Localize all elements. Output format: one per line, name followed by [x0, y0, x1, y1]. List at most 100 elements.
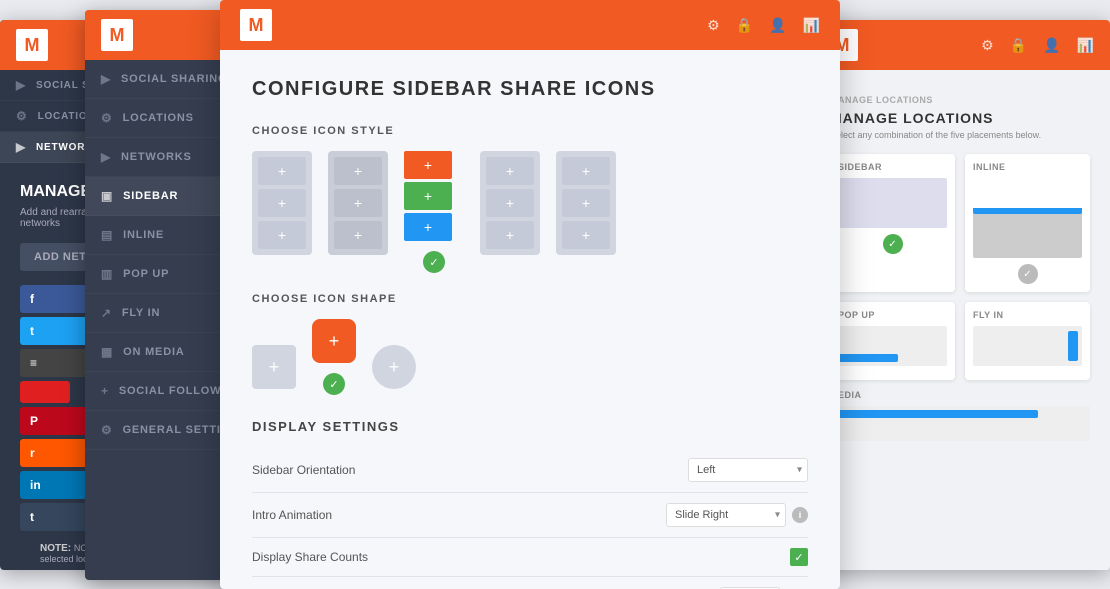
- media-preview: [830, 406, 1090, 441]
- intro-animation-row: Intro Animation Slide Right Slide Left F…: [252, 493, 808, 538]
- twitter-icon: t: [30, 324, 34, 338]
- intro-animation-label: Intro Animation: [252, 508, 332, 522]
- display-share-counts-checkbox[interactable]: ✓: [790, 548, 808, 566]
- icon-style-minimal-box: + + +: [556, 151, 616, 255]
- inline-not-selected-icon: ✓: [1018, 264, 1038, 284]
- nav-arrow-icon: ▶: [16, 78, 26, 92]
- media-bar: [830, 410, 1038, 418]
- main-configure-panel: M ⚙ 🔒 👤 📊 CONFIGURE SIDEBAR SHARE ICONS …: [220, 0, 840, 589]
- icon-style-outlined-box: + + +: [480, 151, 540, 255]
- inline-preview: [973, 208, 1082, 258]
- shape-rounded-box: +: [312, 319, 356, 363]
- colored-cell-1: +: [404, 151, 452, 179]
- mid-social-share-icon: ▶: [101, 72, 111, 86]
- flyin-label: FLY IN: [973, 310, 1082, 320]
- display-share-counts-row: Display Share Counts ✓: [252, 538, 808, 577]
- mid-logo: M: [101, 19, 133, 51]
- icon-style-outlined[interactable]: + + +: [480, 151, 540, 273]
- colored-selected-check: ✓: [423, 251, 445, 273]
- chart-icon[interactable]: 📊: [1077, 37, 1094, 54]
- popup-label: POP UP: [838, 310, 947, 320]
- plain-cell-2: +: [258, 189, 306, 217]
- back-right-panel: M ⚙ 🔒 👤 📊 MANAGE LOCATIONS MANAGE LOCATI…: [810, 20, 1110, 570]
- sidebar-orientation-row: Sidebar Orientation Left Right: [252, 448, 808, 493]
- back-right-content: MANAGE LOCATIONS MANAGE LOCATIONS Select…: [810, 70, 1110, 461]
- stack-icon: ≡: [30, 356, 37, 370]
- icon-style-section-title: CHOOSE ICON STYLE: [252, 125, 808, 137]
- outlined-cell-3: +: [486, 221, 534, 249]
- mid-flyin-icon: ↗: [101, 306, 112, 320]
- icon-style-colored[interactable]: + + + ✓: [404, 151, 464, 273]
- icon-style-plain[interactable]: + + +: [252, 151, 312, 273]
- popup-preview: [838, 326, 947, 366]
- mid-inline-icon: ▤: [101, 228, 113, 242]
- inline-label: INLINE: [973, 162, 1082, 172]
- locations-grid: SIDEBAR ✓ INLINE ✓ POP UP: [830, 154, 1090, 380]
- network-flip[interactable]: [20, 381, 70, 403]
- display-settings-title: DISPLAY SETTINGS: [252, 419, 808, 434]
- main-chart-icon[interactable]: 📊: [803, 17, 820, 34]
- main-content-area: CONFIGURE SIDEBAR SHARE ICONS CHOOSE ICO…: [220, 50, 840, 589]
- mid-social-follow-icon: +: [101, 384, 109, 398]
- icon-style-boxed-box: + + +: [328, 151, 388, 255]
- location-sidebar[interactable]: SIDEBAR ✓: [830, 154, 955, 292]
- colored-cell-3: +: [404, 213, 452, 241]
- locations-subtitle: Select any combination of the five place…: [830, 130, 1090, 140]
- sidebar-orientation-select[interactable]: Left Right: [688, 458, 808, 482]
- minimal-cell-1: +: [562, 157, 610, 185]
- boxed-cell-3: +: [334, 221, 382, 249]
- intro-animation-info-icon[interactable]: i: [792, 507, 808, 523]
- minimal-cell-3: +: [562, 221, 610, 249]
- shape-square-option[interactable]: +: [252, 345, 296, 395]
- icon-style-plain-box: + + +: [252, 151, 312, 255]
- pinterest-icon: P: [30, 414, 38, 428]
- settings-icon[interactable]: ⚙: [981, 37, 994, 54]
- outlined-cell-2: +: [486, 189, 534, 217]
- intro-animation-control: Slide Right Slide Left Fade None i: [666, 503, 808, 527]
- back-right-header: M ⚙ 🔒 👤 📊: [810, 20, 1110, 70]
- sidebar-check: ✓: [838, 234, 947, 254]
- icon-style-boxed[interactable]: + + +: [328, 151, 388, 273]
- sidebar-orientation-label: Sidebar Orientation: [252, 463, 355, 477]
- user-icon[interactable]: 👤: [1043, 37, 1060, 54]
- shape-circle-option[interactable]: +: [372, 345, 416, 395]
- media-label: MEDIA: [830, 390, 1090, 400]
- shape-rounded-selected-check: ✓: [323, 373, 345, 395]
- main-logo: M: [240, 9, 272, 41]
- icon-shape-section-title: CHOOSE ICON SHAPE: [252, 293, 808, 305]
- plain-cell-1: +: [258, 157, 306, 185]
- mid-locations-icon: ⚙: [101, 111, 113, 125]
- nav-gear-icon: ⚙: [16, 109, 28, 123]
- lock-icon[interactable]: 🔒: [1010, 37, 1027, 54]
- app-logo: M: [16, 29, 48, 61]
- manage-locations-title: MANAGE LOCATIONS: [830, 90, 1090, 106]
- flyin-preview: [973, 326, 1082, 366]
- main-lock-icon[interactable]: 🔒: [736, 17, 753, 34]
- shape-rounded-option[interactable]: + ✓: [312, 319, 356, 395]
- header-icons-right: ⚙ 🔒 👤 📊: [981, 37, 1094, 54]
- mid-popup-icon: ▥: [101, 267, 113, 281]
- icon-style-minimal[interactable]: + + +: [556, 151, 616, 273]
- location-popup[interactable]: POP UP: [830, 302, 955, 380]
- main-user-icon[interactable]: 👤: [769, 17, 786, 34]
- icon-style-options: + + + + + + + + + ✓: [252, 151, 808, 273]
- location-inline[interactable]: INLINE ✓: [965, 154, 1090, 292]
- facebook-icon: f: [30, 292, 34, 306]
- inline-check: ✓: [973, 264, 1082, 284]
- boxed-cell-1: +: [334, 157, 382, 185]
- plain-cell-3: +: [258, 221, 306, 249]
- main-header-icons: ⚙ 🔒 👤 📊: [707, 17, 820, 34]
- mid-sidebar-icon: ▣: [101, 189, 113, 203]
- reddit-icon: r: [30, 446, 35, 460]
- sidebar-preview: [838, 178, 947, 228]
- intro-animation-select-wrapper: Slide Right Slide Left Fade None: [666, 503, 786, 527]
- location-media-section: MEDIA: [830, 390, 1090, 441]
- main-settings-icon[interactable]: ⚙: [707, 17, 720, 34]
- main-header: M ⚙ 🔒 👤 📊: [220, 0, 840, 50]
- shape-square-box: +: [252, 345, 296, 389]
- intro-animation-select[interactable]: Slide Right Slide Left Fade None: [666, 503, 786, 527]
- minimum-count-row: Minimum Count Display i: [252, 577, 808, 589]
- location-flyin[interactable]: FLY IN: [965, 302, 1090, 380]
- outlined-cell-1: +: [486, 157, 534, 185]
- colored-cell-2: +: [404, 182, 452, 210]
